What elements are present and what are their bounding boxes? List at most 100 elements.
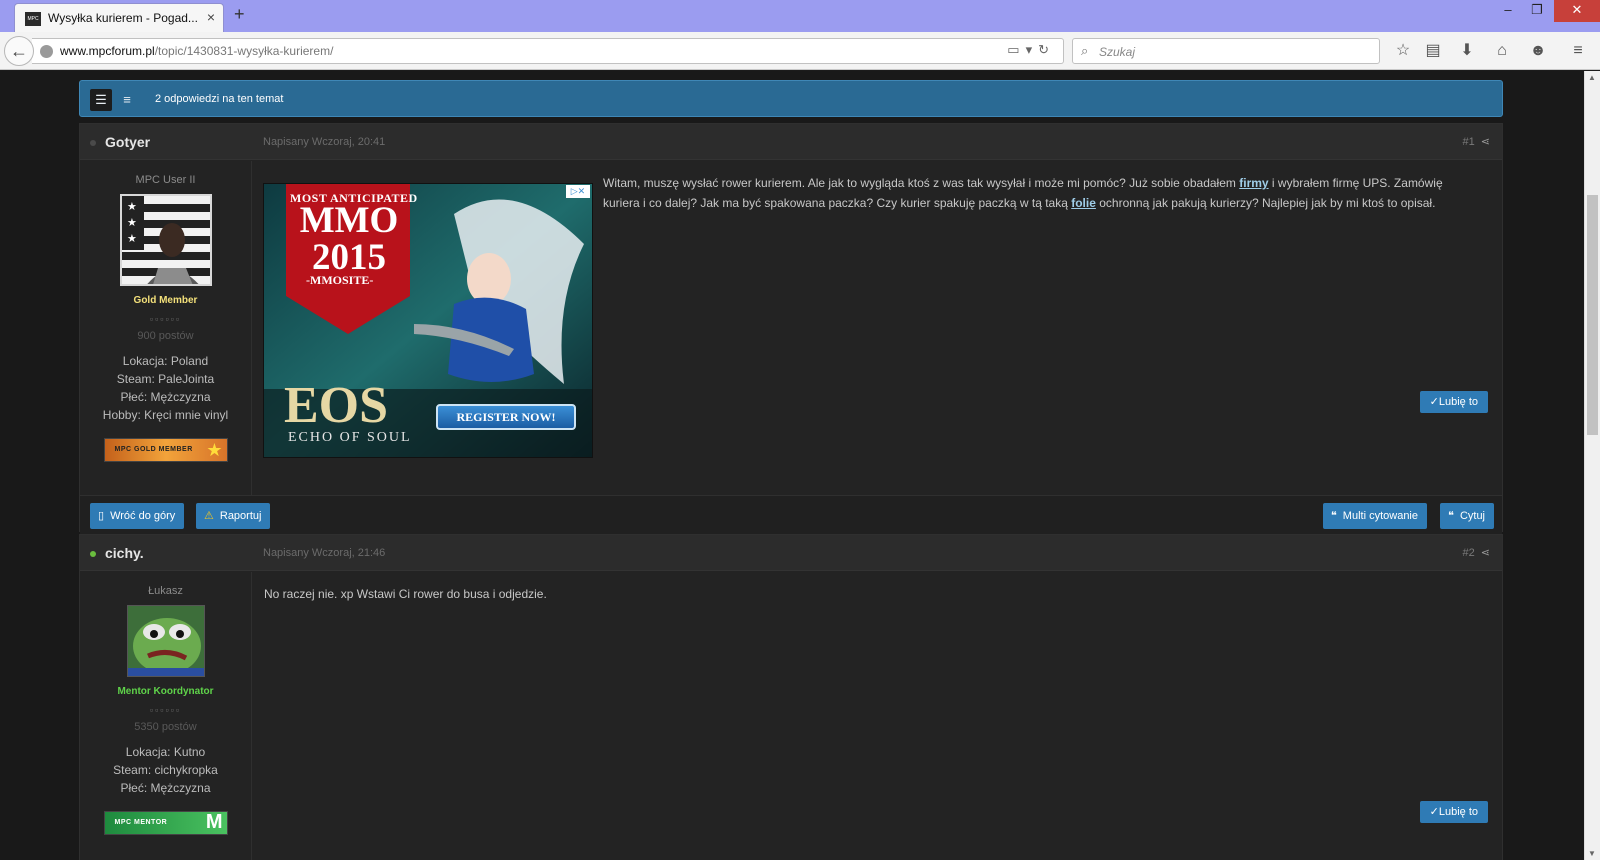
scroll-down-icon[interactable]: ▼ (1588, 849, 1596, 858)
share-icon[interactable]: ⋖ (1481, 547, 1490, 559)
quote-button[interactable]: ❝ Cytuj (1440, 503, 1494, 529)
quote-icon: ❝ (1448, 510, 1454, 522)
avatar[interactable]: ★ ★ ★ (119, 194, 212, 286)
back-to-top-label: Wróć do góry (110, 510, 176, 522)
post-text: No raczej nie. xp Wstawi Ci rower do bus… (264, 587, 547, 601)
browser-tab-active[interactable]: MPC Wysyłka kurierem - Pogad... × (14, 3, 224, 32)
search-bar[interactable]: ⌕ Szukaj (1072, 38, 1380, 64)
url-text[interactable]: www.mpcforum.pl/topic/1430831-wysyłka-ku… (60, 44, 333, 58)
search-placeholder: Szukaj (1099, 45, 1136, 59)
chat-icon[interactable]: ☻ (1526, 40, 1550, 62)
post-number[interactable]: #1 ⋖ (1463, 135, 1490, 148)
reader-view-icon[interactable]: ▭ (1007, 42, 1025, 57)
post-footer: ▯ Wróć do góry ⚠ Raportuj ❝ Multi cytowanie… (80, 495, 1502, 535)
post-header: cichy. Napisany Wczoraj, 21:46 #2 ⋖ (80, 535, 1502, 571)
badge-text: MPC GOLD MEMBER (114, 446, 193, 453)
star-icon[interactable]: ☆ (1391, 40, 1415, 62)
ad-site-name: -MMOSITE- (306, 273, 374, 287)
share-icon[interactable]: ⋖ (1481, 136, 1490, 148)
quote-label: Cytuj (1459, 510, 1485, 522)
user-title: Łukasz (148, 585, 183, 597)
download-icon[interactable]: ⬇ (1455, 40, 1479, 62)
user-location: Lokacja: Poland (122, 354, 209, 368)
user-group: Gold Member (133, 295, 198, 306)
post-author[interactable]: Gotyer (105, 134, 150, 150)
avatar-flag-image: ★ ★ ★ (121, 196, 210, 284)
svg-text:★: ★ (127, 217, 137, 229)
rank-pips: ▫▫▫▫▫▫ (149, 705, 182, 715)
vertical-scrollbar[interactable]: ▲ ▼ (1584, 71, 1600, 860)
post-count: 5350 postów (134, 721, 197, 733)
user-gender: Płeć: Mężczyzna (120, 390, 211, 404)
post-text: kuriera i co dalej? Jak ma być spakowana… (603, 196, 1072, 210)
user-steam: Steam: cichykropka (113, 763, 218, 777)
reading-list-icon[interactable]: ▤ (1421, 40, 1445, 62)
linear-view-button[interactable]: ≡ (116, 89, 138, 111)
user-hobby: Hobby: Kręci mnie vinyl (102, 408, 229, 422)
scroll-up-icon[interactable]: ▲ (1588, 73, 1596, 82)
report-button[interactable]: ⚠ Raportuj (196, 503, 271, 529)
restore-button[interactable]: ❐ (1515, 0, 1559, 22)
svg-text:★: ★ (127, 233, 137, 245)
user-steam: Steam: PaleJointa (116, 372, 215, 386)
post-number-text: #1 (1462, 136, 1475, 148)
new-tab-button[interactable]: + (234, 4, 245, 25)
close-window-button[interactable]: ✕ (1554, 0, 1600, 22)
url-domain: www.mpcforum.pl (60, 44, 155, 58)
mentor-m-icon: M (205, 811, 223, 833)
post-date: Napisany Wczoraj, 21:46 (263, 547, 386, 559)
url-action-icons[interactable]: ▭▾↻ (1007, 42, 1055, 58)
page-icon: ▯ (98, 510, 105, 522)
like-button[interactable]: ✓Lubię to (1419, 391, 1488, 413)
ad-game-subtitle: ECHO OF SOUL (288, 430, 412, 445)
post-number[interactable]: #2 ⋖ (1463, 546, 1490, 559)
link-firmy[interactable]: firmy (1239, 176, 1268, 190)
mentor-badge: MPC MENTOR M (103, 811, 228, 835)
post-count: 900 postów (137, 330, 194, 342)
user-gender: Płeć: Mężczyzna (120, 781, 211, 795)
advertisement-banner[interactable]: ▷✕ MOST ANTICIPATED MMO 2015 -MMOSITE- E… (263, 183, 593, 458)
thread-view-button[interactable]: ☰ (90, 89, 112, 111)
author-info-column: MPC User II ★ ★ ★ Gold Member ▫▫▫▫▫▫ 900 p… (80, 161, 252, 495)
post-author[interactable]: cichy. (105, 545, 144, 561)
badge-text: MPC MENTOR (114, 819, 168, 826)
multi-quote-button[interactable]: ❝ Multi cytowanie (1322, 503, 1427, 529)
post-text: i wybrałem firmę UPS. Zamówię (1268, 176, 1443, 190)
warning-icon: ⚠ (204, 510, 214, 522)
ad-register-button[interactable]: REGISTER NOW! (436, 404, 576, 430)
report-label: Raportuj (219, 510, 262, 522)
reply-count: 2 odpowiedzi na ten temat (155, 93, 284, 105)
list-view-icon: ☰ (95, 92, 107, 107)
back-to-top-button[interactable]: ▯ Wróć do góry (90, 503, 185, 529)
scroll-thumb[interactable] (1587, 195, 1598, 435)
like-button[interactable]: ✓Lubię to (1419, 801, 1488, 823)
offline-status-icon (90, 140, 96, 146)
close-tab-icon[interactable]: × (207, 9, 215, 25)
user-group: Mentor Koordynator (117, 686, 214, 697)
star-badge-icon: ★ (206, 440, 223, 460)
back-arrow-icon: ← (10, 41, 28, 61)
online-status-icon (90, 551, 96, 557)
ad-game-logo: EOS (284, 377, 389, 434)
forum-page: ☰ ≡ 2 odpowiedzi na ten temat Gotyer Nap… (0, 71, 1584, 860)
multi-quote-label: Multi cytowanie (1342, 510, 1418, 522)
avatar-frog-image (127, 606, 204, 676)
menu-icon[interactable]: ≡ (1566, 40, 1590, 62)
topic-header-bar: ☰ ≡ 2 odpowiedzi na ten temat (79, 80, 1503, 117)
user-location: Lokacja: Kutno (125, 745, 206, 759)
post-date: Napisany Wczoraj, 20:41 (263, 136, 386, 148)
favicon-icon: MPC (25, 12, 41, 26)
back-button[interactable]: ← (4, 36, 34, 66)
ad-close-icon[interactable]: ▷✕ (566, 185, 590, 198)
reload-icon[interactable]: ↻ (1038, 42, 1055, 57)
home-icon[interactable]: ⌂ (1490, 40, 1514, 62)
multi-quote-icon: ❝ (1330, 510, 1337, 522)
lines-icon: ≡ (123, 92, 131, 107)
link-folie[interactable]: folie (1071, 196, 1096, 210)
dropdown-icon[interactable]: ▾ (1026, 42, 1039, 57)
address-bar[interactable]: www.mpcforum.pl/topic/1430831-wysyłka-ku… (32, 38, 1064, 64)
post-content: Witam, muszę wysłać rower kurierem. Ale … (603, 173, 1483, 213)
user-details: Lokacja: Poland Steam: PaleJointa Płeć: … (80, 352, 251, 424)
search-icon: ⌕ (1081, 43, 1089, 58)
avatar[interactable] (126, 605, 205, 677)
